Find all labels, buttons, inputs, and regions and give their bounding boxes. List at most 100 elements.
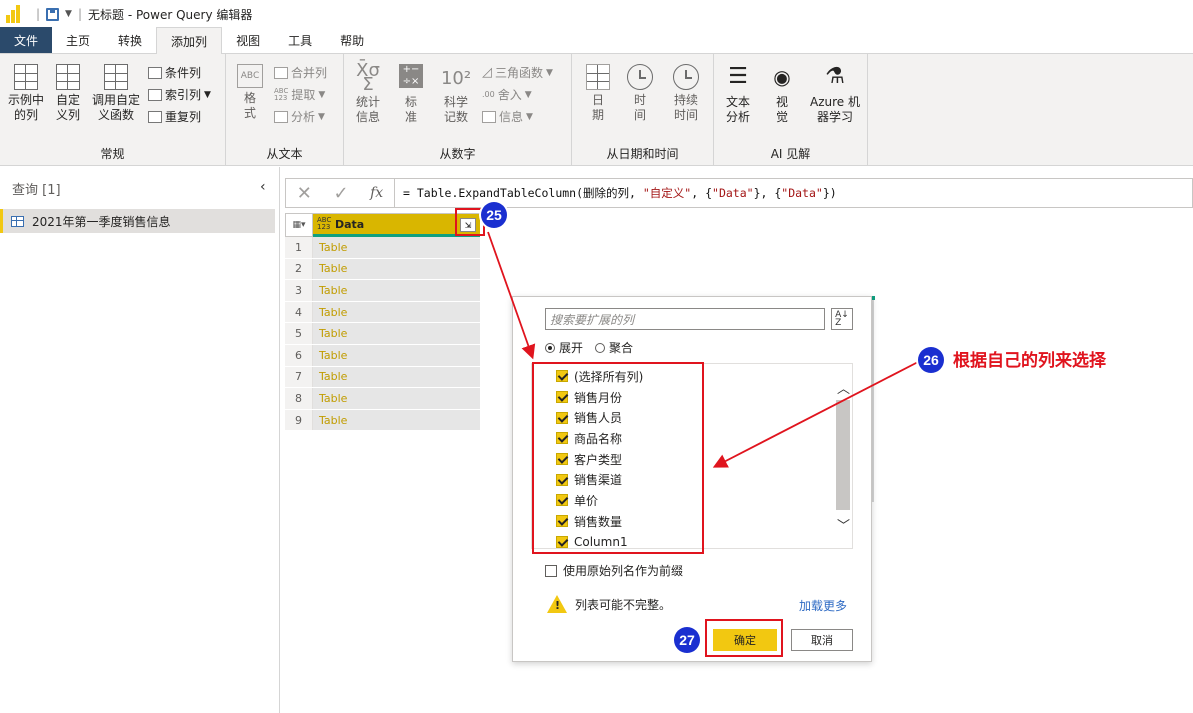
parse-label: 分析 (291, 110, 316, 124)
statistics-label: 统计 信息 (355, 95, 380, 124)
scrollbar-thumb[interactable] (836, 400, 850, 510)
quick-access-dropdown-icon[interactable]: ▼ (65, 9, 72, 19)
collapse-pane-icon[interactable]: ‹ (260, 179, 266, 195)
information-button[interactable]: 信息 ▼ (482, 108, 533, 125)
row-number: 8 (285, 388, 313, 409)
cancel-button[interactable]: 取消 (791, 629, 853, 651)
ribbon-group-label: AI 见解 (770, 147, 811, 161)
warning-row: 列表可能不完整。 (547, 595, 671, 613)
invoke-custom-function-button[interactable]: 调用自定 义函数 (88, 64, 144, 123)
statistics-button[interactable]: X̄σ Σ 统计 信息 (348, 62, 388, 125)
warning-text: 列表可能不完整。 (575, 597, 672, 612)
confirm-formula-icon[interactable]: ✓ (333, 183, 348, 204)
tab-add-column[interactable]: 添加列 (156, 27, 223, 54)
load-more-link[interactable]: 加载更多 (799, 597, 847, 614)
duplicate-column-button[interactable]: 重复列 (148, 108, 201, 125)
row-number: 4 (285, 301, 313, 323)
index-column-button[interactable]: 索引列 ▼ (148, 86, 211, 103)
time-button[interactable]: 时 间 (622, 64, 658, 123)
table-row[interactable]: 1 Table (285, 237, 480, 259)
extract-label: 提取 (291, 88, 316, 102)
date-button[interactable]: 日 期 (580, 64, 616, 123)
clock-icon (627, 64, 653, 90)
table-row[interactable]: 5 Table (285, 323, 480, 345)
type-any-icon[interactable]: ABC 123 (317, 217, 331, 231)
table-row[interactable]: 3 Table (285, 280, 480, 302)
text-lines-icon: ☰ (728, 64, 748, 89)
cell-value[interactable]: Table (313, 280, 480, 301)
custom-column-button[interactable]: 自定 义列 (50, 64, 86, 123)
ribbon-group-from-text: ABC 格 式 合并列 ABC 123 提取 ▼ 分析 ▼ 从文本 (226, 54, 344, 166)
tab-transform[interactable]: 转换 (104, 27, 156, 53)
table-row[interactable]: 4 Table (285, 301, 480, 324)
tab-home[interactable]: 主页 (52, 27, 104, 53)
cancel-formula-icon[interactable]: ✕ (297, 183, 312, 204)
table-row[interactable]: 8 Table (285, 388, 480, 410)
row-number: 5 (285, 323, 313, 344)
use-prefix-checkbox-row[interactable]: 使用原始列名作为前缀 (545, 562, 683, 579)
text-analytics-button[interactable]: ☰ 文本 分析 (720, 64, 756, 125)
chevron-up-icon[interactable]: ︿ (837, 378, 850, 397)
cell-value[interactable]: Table (313, 366, 480, 388)
tab-help[interactable]: 帮助 (326, 27, 378, 53)
ribbon-group-from-datetime: 日 期 时 间 持续 时间 从日期和时间 (572, 54, 714, 166)
cell-value[interactable]: Table (313, 258, 480, 280)
radio-unselected-icon (595, 342, 606, 353)
table-row[interactable]: 9 Table (285, 409, 480, 432)
cell-value[interactable]: Table (313, 237, 480, 258)
ribbon-group-label: 从文本 (266, 147, 303, 161)
table-row[interactable]: 2 Table (285, 258, 480, 281)
search-columns-input[interactable]: 搜索要扩展的列 (545, 308, 825, 330)
title-bar: | ▼ | 无标题 - Power Query 编辑器 (0, 0, 1193, 28)
cell-value[interactable]: Table (313, 388, 480, 409)
table-row[interactable]: 6 Table (285, 344, 480, 367)
conditional-column-button[interactable]: 条件列 (148, 64, 201, 81)
use-prefix-label: 使用原始列名作为前缀 (563, 564, 684, 578)
rounding-button[interactable]: .00 舍入 ▼ (482, 86, 532, 103)
standard-button[interactable]: +− ÷× 标 准 (396, 64, 426, 125)
query-item[interactable]: 2021年第一季度销售信息 (0, 209, 275, 233)
list-scrollbar[interactable]: ︿ ﹀ (834, 364, 852, 548)
chevron-down-icon: ▼ (524, 89, 532, 100)
checkbox-unchecked[interactable] (545, 564, 557, 577)
cell-value[interactable]: Table (313, 323, 480, 344)
format-label: 格 式 (243, 91, 256, 120)
radio-selected-icon (545, 342, 555, 353)
column-from-examples-button[interactable]: 示例中 的列 (4, 64, 48, 123)
tab-tools[interactable]: 工具 (274, 27, 326, 53)
vision-button[interactable]: ◉ 视 觉 (764, 64, 800, 125)
parse-button[interactable]: 分析 ▼ (274, 108, 325, 125)
cell-value[interactable]: Table (313, 344, 480, 366)
tab-view[interactable]: 视图 (222, 27, 274, 53)
column-header-label: Data (335, 217, 365, 231)
azure-ml-button[interactable]: ⚗ Azure 机 器学习 (804, 64, 866, 125)
merge-columns-button[interactable]: 合并列 (274, 64, 327, 81)
fx-icon[interactable]: fx (370, 185, 383, 201)
merge-columns-icon (274, 66, 288, 79)
tab-file[interactable]: 文件 (0, 27, 53, 53)
grid-header: ▦▾ ABC 123 Data ⇲ (285, 213, 480, 237)
duplicate-column-icon (148, 110, 162, 123)
chevron-down-icon: ▼ (204, 89, 211, 100)
cell-value[interactable]: Table (313, 409, 480, 431)
merge-columns-label: 合并列 (291, 66, 328, 80)
cell-value[interactable]: Table (313, 301, 480, 323)
sort-az-icon[interactable]: A↓ Z (831, 308, 853, 330)
rounding-icon: .00 (482, 90, 495, 99)
table-row[interactable]: 7 Table (285, 366, 480, 389)
duplicate-column-label: 重复列 (165, 110, 202, 124)
ribbon-group-label: 从日期和时间 (606, 147, 679, 161)
chevron-down-icon[interactable]: ﹀ (837, 515, 850, 534)
index-column-label: 索引列 (165, 88, 202, 102)
formula-input[interactable]: = Table.ExpandTableColumn(删除的列, "自定义", {… (395, 178, 1193, 208)
radio-aggregate[interactable]: 聚合 (595, 339, 633, 356)
table-menu-icon[interactable]: ▦▾ (285, 213, 313, 237)
extract-button[interactable]: ABC 123 提取 ▼ (274, 86, 325, 103)
format-button[interactable]: ABC 格 式 (232, 64, 268, 121)
scientific-button[interactable]: 10² 科学 记数 (436, 64, 476, 125)
radio-expand[interactable]: 展开 (545, 339, 583, 356)
save-icon[interactable] (46, 7, 60, 21)
trigonometry-button[interactable]: ◿ 三角函数 ▼ (482, 64, 553, 81)
duration-button[interactable]: 持续 时间 (664, 64, 708, 123)
time-label: 时 间 (633, 93, 646, 122)
